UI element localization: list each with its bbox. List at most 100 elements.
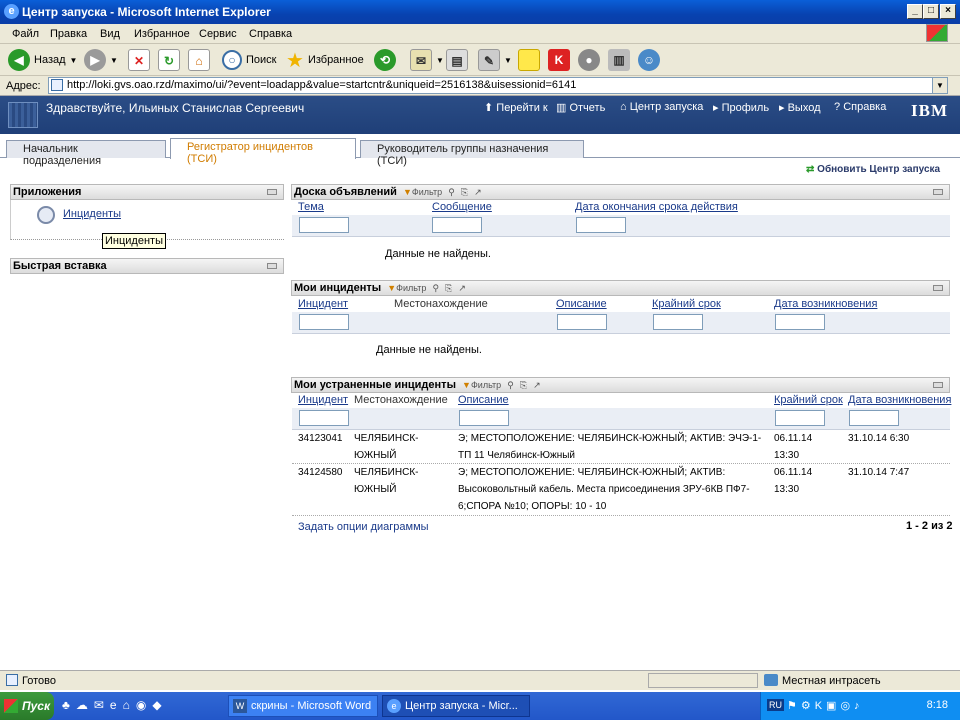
stop-button[interactable]: ✕: [128, 48, 150, 72]
maximize-button[interactable]: □: [923, 4, 939, 19]
col-incident[interactable]: Инцидент: [298, 298, 348, 310]
filter-incident-input[interactable]: [299, 314, 349, 330]
mail-button[interactable]: ✉ ▼: [410, 48, 444, 72]
cell-incident-id[interactable]: 34123041: [298, 430, 343, 447]
filter-expiry-input[interactable]: [576, 217, 626, 233]
menu-file[interactable]: Файл: [12, 28, 39, 40]
cell-due-date: 06.11.14: [774, 467, 813, 478]
search-button[interactable]: ○ Поиск: [222, 48, 276, 72]
col-location: Местонахождение: [394, 298, 488, 310]
minimize-icon[interactable]: [933, 285, 943, 291]
filter-subject-input[interactable]: [299, 217, 349, 233]
tray-icons[interactable]: ⚑⚙K▣◎♪: [787, 699, 864, 712]
close-button[interactable]: ×: [940, 4, 956, 19]
col-subject[interactable]: Тема: [298, 201, 324, 213]
col-due-date[interactable]: Крайний срок: [774, 394, 843, 406]
back-button[interactable]: ◀ Назад ▼: [8, 48, 77, 72]
minimize-icon[interactable]: [933, 382, 943, 388]
col-occurrence-date[interactable]: Дата возникновения: [848, 394, 951, 406]
clear-filter-icon[interactable]: ⎘: [461, 185, 468, 199]
history-icon: ⟲: [374, 49, 396, 71]
address-bar: Адрес: http://loki.gvs.oao.rzd/maximo/ui…: [0, 76, 960, 96]
cell-description: Э; МЕСТОПОЛОЖЕНИЕ: ЧЕЛЯБИНСК-ЮЖНЫЙ; АКТИ…: [458, 433, 762, 444]
start-button[interactable]: Пуск: [0, 692, 54, 720]
quick-launch-icons[interactable]: ♣☁✉e⌂◉◆: [62, 698, 212, 714]
col-description[interactable]: Описание: [556, 298, 607, 310]
print-button[interactable]: ▤: [446, 48, 468, 72]
col-expiry-date[interactable]: Дата окончания срока действия: [575, 201, 738, 213]
address-dropdown-icon[interactable]: ▼: [932, 78, 947, 93]
help-link[interactable]: ? Справка: [834, 101, 886, 113]
kaspersky-button[interactable]: K: [548, 48, 570, 72]
incidents-app-link[interactable]: Инциденты: [63, 208, 121, 220]
binoculars-icon[interactable]: ⚲: [507, 378, 514, 392]
col-incident[interactable]: Инцидент: [298, 394, 348, 406]
window-title-bar[interactable]: e Центр запуска - Microsoft Internet Exp…: [0, 0, 960, 24]
history-button[interactable]: ⟲: [374, 48, 396, 72]
menu-view[interactable]: Вид: [100, 28, 120, 40]
signout-link[interactable]: ▸ Выход: [779, 101, 821, 114]
col-message[interactable]: Сообщение: [432, 201, 492, 213]
task-word[interactable]: W скрины - Microsoft Word: [228, 695, 378, 717]
minimize-button[interactable]: _: [907, 4, 923, 19]
edit-button[interactable]: ✎ ▼: [478, 48, 512, 72]
filter-incident-input[interactable]: [299, 410, 349, 426]
favorites-button[interactable]: ★ Избранное: [286, 48, 364, 72]
minimize-icon[interactable]: [267, 189, 277, 195]
notes-button[interactable]: [518, 48, 540, 72]
filter-due-input[interactable]: [653, 314, 703, 330]
minimize-icon[interactable]: [267, 263, 277, 269]
star-icon: ★: [286, 49, 304, 72]
cell-incident-id[interactable]: 34124580: [298, 464, 343, 481]
messenger-button[interactable]: ●: [578, 48, 600, 72]
col-description[interactable]: Описание: [458, 394, 509, 406]
ibm-logo: IBM: [911, 101, 948, 120]
tab-incident-registrar[interactable]: Регистратор инцидентов (ТСИ): [170, 138, 356, 165]
menu-help[interactable]: Справка: [249, 28, 292, 40]
edit-portlet-icon[interactable]: ↗: [533, 378, 541, 392]
filter-description-input[interactable]: [557, 314, 607, 330]
filter-occurrence-input[interactable]: [775, 314, 825, 330]
forward-button[interactable]: ▶ ▼: [84, 48, 118, 72]
goto-link[interactable]: ⬆ Перейти к: [484, 101, 548, 114]
filter-button[interactable]: ▼Фильтр: [462, 378, 501, 392]
refresh-start-center-link[interactable]: ⇄ Обновить Центр запуска: [806, 164, 940, 175]
chart-options-link[interactable]: Задать опции диаграммы: [298, 521, 429, 533]
menu-tools[interactable]: Сервис: [199, 28, 237, 40]
col-occurrence-date[interactable]: Дата возникновения: [774, 298, 877, 310]
edit-portlet-icon[interactable]: ↗: [458, 281, 466, 295]
mail-icon: ✉: [410, 49, 432, 71]
menu-favorites[interactable]: Избранное: [134, 28, 190, 40]
status-bar: Готово Местная интрасеть: [0, 670, 960, 690]
filter-button[interactable]: ▼Фильтр: [403, 185, 442, 199]
binoculars-icon[interactable]: ⚲: [448, 185, 455, 199]
paging-info: 1 - 2 из 2: [906, 520, 953, 532]
language-indicator[interactable]: RU: [767, 699, 784, 711]
address-input[interactable]: http://loki.gvs.oao.rzd/maximo/ui/?event…: [48, 77, 948, 94]
start-center-link[interactable]: ⌂ Центр запуска: [620, 101, 703, 113]
filter-message-input[interactable]: [432, 217, 482, 233]
menu-edit[interactable]: Правка: [50, 28, 87, 40]
reports-link[interactable]: ▥ Отчеть: [556, 101, 605, 114]
task-ie[interactable]: e Центр запуска - Micr...: [382, 695, 530, 717]
binoculars-icon[interactable]: ⚲: [432, 281, 439, 295]
minimize-icon[interactable]: [933, 189, 943, 195]
table-row[interactable]: 34123041 ЧЕЛЯБИНСК- ЮЖНЫЙ Э; МЕСТОПОЛОЖЕ…: [292, 430, 950, 464]
home-button[interactable]: ⌂: [188, 48, 210, 72]
users-button[interactable]: ☺: [638, 48, 660, 72]
clear-filter-icon[interactable]: ⎘: [520, 378, 527, 392]
tab-group-leader[interactable]: Руководитель группы назначения (ТСИ): [360, 140, 584, 167]
profile-link[interactable]: ▸ Профиль: [713, 101, 769, 114]
refresh-icon: ⇄: [806, 164, 815, 175]
filter-occurrence-input[interactable]: [849, 410, 899, 426]
filter-button[interactable]: ▼Фильтр: [387, 281, 426, 295]
filter-due-input[interactable]: [775, 410, 825, 426]
filter-description-input[interactable]: [459, 410, 509, 426]
refresh-button[interactable]: ↻: [158, 48, 180, 72]
tab-head-of-unit[interactable]: Начальник подразделения: [6, 140, 166, 167]
table-row[interactable]: 34124580 ЧЕЛЯБИНСК- ЮЖНЫЙ Э; МЕСТОПОЛОЖЕ…: [292, 464, 950, 516]
edit-portlet-icon[interactable]: ↗: [474, 185, 482, 199]
research-button[interactable]: ▥: [608, 48, 630, 72]
col-due-date[interactable]: Крайний срок: [652, 298, 721, 310]
clear-filter-icon[interactable]: ⎘: [445, 281, 452, 295]
